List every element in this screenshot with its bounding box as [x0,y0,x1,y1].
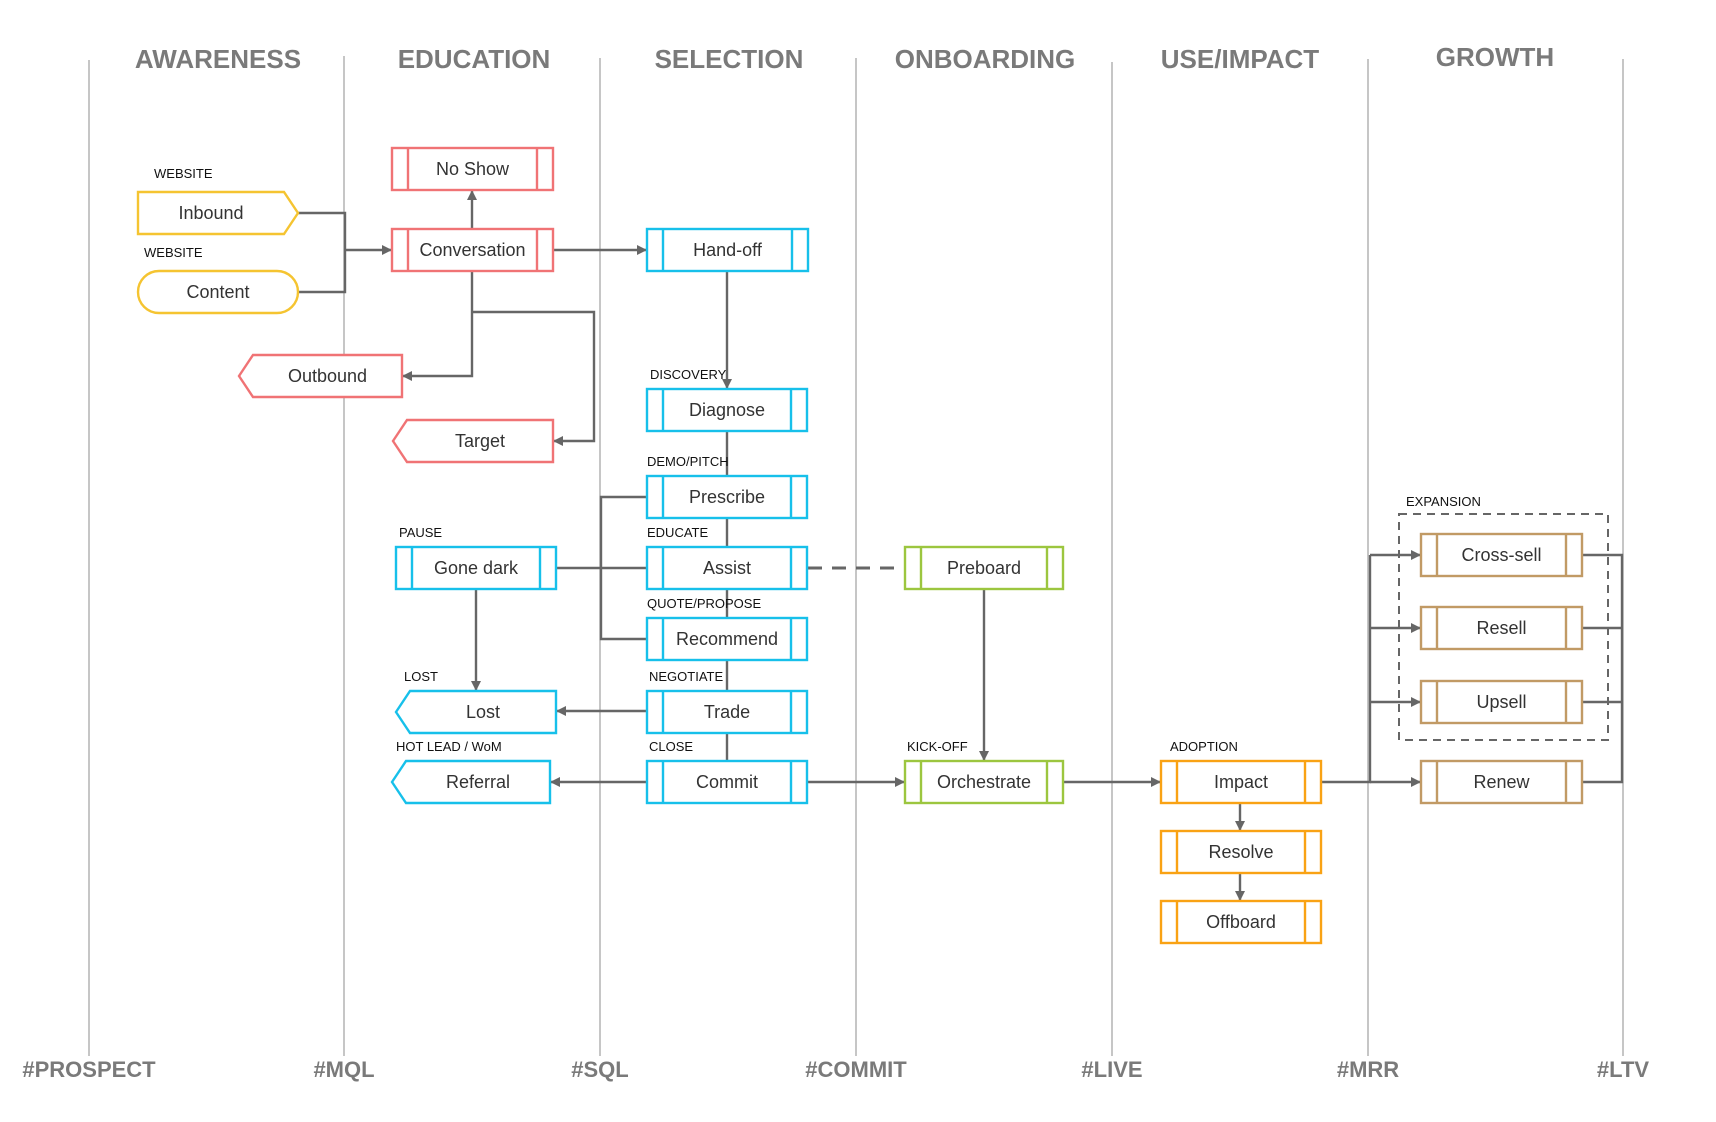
node-gone-dark[interactable]: Gone dark PAUSE [394,525,558,591]
milestone-ltv: #LTV [1597,1057,1649,1082]
stage-title-education: EDUCATION [398,44,551,74]
node-label: Hand-off [693,240,763,260]
node-label: Trade [704,702,750,722]
milestone-sql: #SQL [571,1057,628,1082]
milestone-commit: #COMMIT [805,1057,907,1082]
nodes: Inbound WEBSITE Content WEBSITE Outbound No S… [136,146,1584,945]
node-label: Inbound [178,203,243,223]
stage-title-growth: GROWTH [1436,42,1554,72]
node-label: Preboard [947,558,1021,578]
node-tag: CLOSE [649,739,693,754]
node-tag: NEGOTIATE [649,669,723,684]
node-impact[interactable]: Impact ADOPTION [1159,739,1323,805]
node-label: Outbound [288,366,367,386]
node-label: Resolve [1208,842,1273,862]
edge-gone-dark-bracket [556,495,647,641]
node-label: Orchestrate [937,772,1031,792]
node-resolve[interactable]: Resolve [1159,829,1323,875]
node-label: Target [455,431,505,451]
node-content[interactable]: Content WEBSITE [136,245,300,315]
stage-title-onboarding: ONBOARDING [895,44,1076,74]
node-prescribe[interactable]: Prescribe DEMO/PITCH [645,454,809,520]
node-tag: WEBSITE [154,166,213,181]
node-tag: LOST [404,669,438,684]
node-label: Renew [1473,772,1530,792]
edge-growth-ltv-bracket [1582,553,1624,784]
edge-impact-growth-spine [1321,555,1372,784]
node-label: Offboard [1206,912,1276,932]
node-tag: ADOPTION [1170,739,1238,754]
node-tag: PAUSE [399,525,442,540]
node-renew[interactable]: Renew [1419,759,1584,805]
stage-title-awareness: AWARENESS [135,44,301,74]
node-label: Assist [703,558,751,578]
node-upsell[interactable]: Upsell [1419,679,1584,725]
milestone-live: #LIVE [1081,1057,1142,1082]
stage-title-use-impact: USE/IMPACT [1161,44,1320,74]
node-label: Conversation [419,240,525,260]
node-conversation[interactable]: Conversation [390,227,555,273]
node-preboard[interactable]: Preboard [903,545,1065,591]
milestone-labels: #PROSPECT #MQL #SQL #COMMIT #LIVE #MRR #… [22,1057,1649,1082]
node-hand-off[interactable]: Hand-off [645,227,810,273]
milestone-prospect: #PROSPECT [22,1057,156,1082]
node-offboard[interactable]: Offboard [1159,899,1323,945]
node-tag: DEMO/PITCH [647,454,729,469]
node-label: Referral [446,772,510,792]
edge-inbound-conversation [298,211,347,250]
expansion-group-label: EXPANSION [1406,494,1481,509]
customer-journey-diagram: AWARENESS EDUCATION SELECTION ONBOARDING… [22,42,1649,1082]
milestone-mql: #MQL [313,1057,374,1082]
node-tag: DISCOVERY [650,367,727,382]
edge-conversation-outbound [402,271,474,381]
node-no-show[interactable]: No Show [390,146,555,192]
node-label: Upsell [1476,692,1526,712]
node-referral[interactable]: Referral HOT LEAD / WoM [390,739,552,805]
node-target[interactable]: Target [391,418,555,464]
node-outbound[interactable]: Outbound [237,353,404,399]
node-label: Cross-sell [1461,545,1541,565]
node-cross-sell[interactable]: Cross-sell [1419,532,1584,578]
node-label: Recommend [676,629,778,649]
edge-content-conversation [298,250,347,294]
node-label: Commit [696,772,758,792]
node-recommend[interactable]: Recommend QUOTE/PROPOSE [645,596,809,662]
node-tag: WEBSITE [144,245,203,260]
stage-title-selection: SELECTION [655,44,804,74]
node-label: Impact [1214,772,1268,792]
node-tag: HOT LEAD / WoM [396,739,502,754]
stage-headers: AWARENESS EDUCATION SELECTION ONBOARDING… [135,42,1554,74]
node-tag: KICK-OFF [907,739,968,754]
node-inbound[interactable]: Inbound WEBSITE [136,166,300,236]
node-tag: QUOTE/PROPOSE [647,596,761,611]
node-label: Lost [466,702,500,722]
node-label: Prescribe [689,487,765,507]
node-label: Resell [1476,618,1526,638]
node-tag: EDUCATE [647,525,708,540]
node-label: Content [186,282,249,302]
node-resell[interactable]: Resell [1419,605,1584,651]
node-label: No Show [436,159,510,179]
node-label: Gone dark [434,558,519,578]
milestone-mrr: #MRR [1337,1057,1399,1082]
node-label: Diagnose [689,400,765,420]
